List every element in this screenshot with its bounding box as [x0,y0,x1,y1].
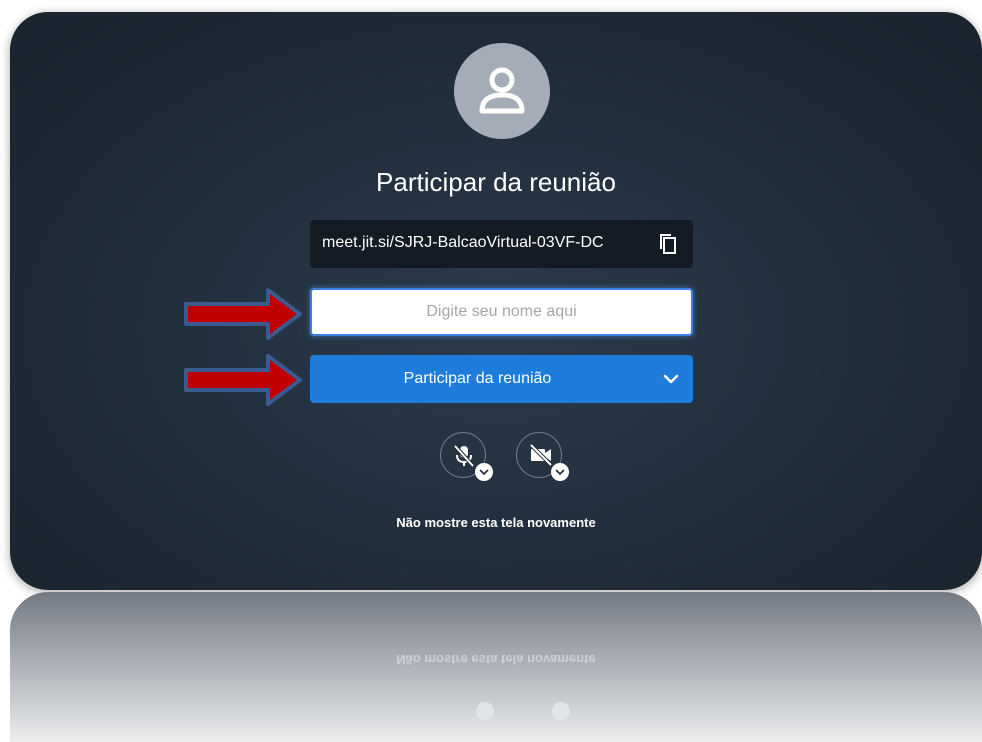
reflected-dont-show-text: Não mostre esta tela novamente [396,652,596,667]
arrow-annotation-join [184,354,302,406]
mute-audio-button[interactable] [440,432,493,481]
audio-settings-chevron-icon[interactable] [475,463,493,481]
video-settings-chevron-icon[interactable] [551,463,569,481]
mute-video-button[interactable] [516,432,569,481]
prejoin-panel: Participar da reunião meet.jit.si/SJRJ-B… [10,12,982,590]
join-meeting-label: Participar da reunião [403,370,552,387]
avatar [454,43,550,139]
chevron-down-icon[interactable] [663,372,679,390]
join-meeting-button[interactable]: Participar da reunião [310,355,693,403]
meeting-link: meet.jit.si/SJRJ-BalcaoVirtual-03VF-DC [322,234,604,251]
dont-show-again-link[interactable]: Não mostre esta tela novamente [10,515,982,530]
reflected-camera-caret [552,702,570,720]
dialog-title: Participar da reunião [376,167,616,197]
panel-reflection: Não mostre esta tela novamente [10,592,982,742]
copy-icon[interactable] [658,233,678,260]
name-input[interactable] [310,288,693,336]
camera-off-icon [529,444,553,466]
microphone-off-icon [453,444,475,468]
reflected-mic-caret [476,702,494,720]
user-icon [479,67,525,114]
arrow-annotation-name [184,288,302,340]
meeting-link-box[interactable]: meet.jit.si/SJRJ-BalcaoVirtual-03VF-DC [310,220,693,268]
